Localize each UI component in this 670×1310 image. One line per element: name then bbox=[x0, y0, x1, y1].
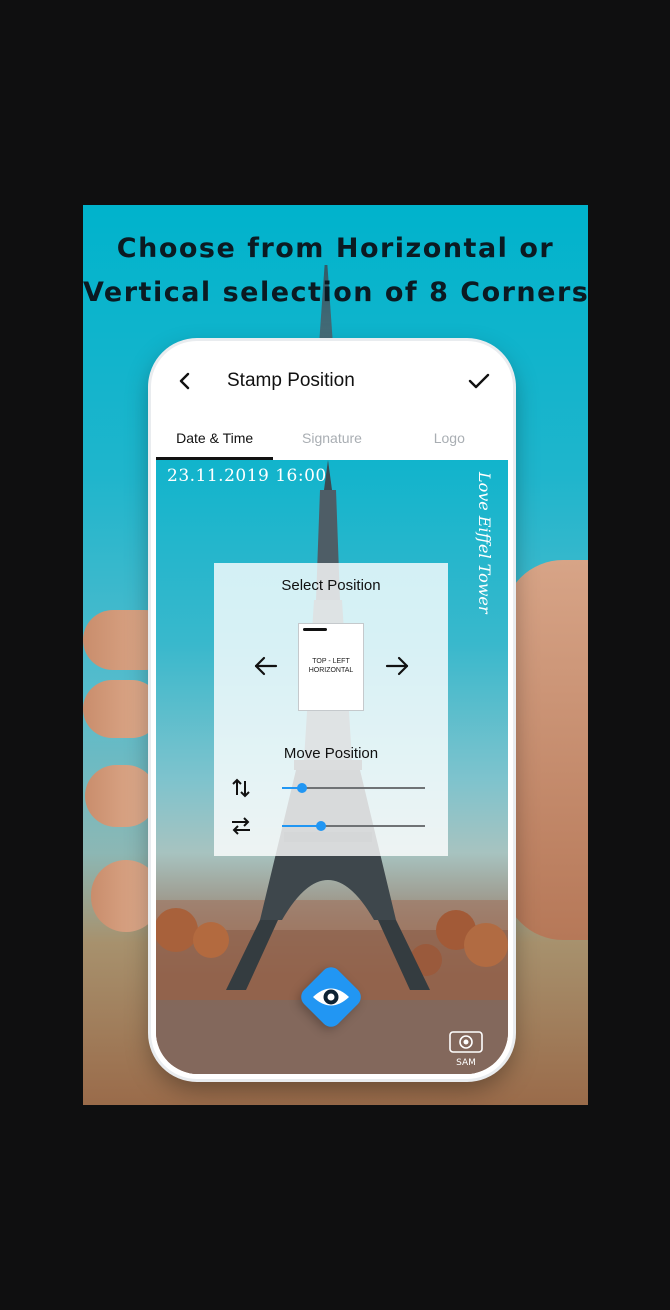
phone-mockup: Stamp Position Date & Time Signature Log… bbox=[151, 341, 513, 1079]
vertical-position-slider[interactable] bbox=[282, 778, 425, 798]
eye-icon bbox=[313, 988, 349, 1006]
position-panel: Select Position TOP - LEFT HORIZONTAL Mo… bbox=[214, 563, 448, 856]
preview-label: TOP - LEFT HORIZONTAL bbox=[299, 657, 363, 675]
phone-screen: Stamp Position Date & Time Signature Log… bbox=[156, 346, 508, 1074]
position-preview-card: TOP - LEFT HORIZONTAL bbox=[298, 623, 364, 711]
tab-date-time[interactable]: Date & Time bbox=[156, 418, 274, 460]
preview-label-line-2: HORIZONTAL bbox=[308, 667, 354, 674]
vertical-swap-icon bbox=[229, 776, 253, 800]
preview-label-line-1: TOP - LEFT bbox=[312, 658, 350, 665]
preview-eye-button[interactable] bbox=[297, 963, 365, 1031]
app-bar: Stamp Position bbox=[156, 346, 508, 418]
move-position-title: Move Position bbox=[283, 745, 379, 762]
signature-stamp: Love Eiffel Tower bbox=[475, 472, 494, 614]
horizontal-swap-icon bbox=[229, 814, 253, 838]
check-icon[interactable] bbox=[464, 366, 494, 396]
stage: Choose from Horizontal or Vertical selec… bbox=[0, 0, 670, 1310]
sam-logo-text: SAM bbox=[456, 1058, 476, 1068]
promo-headline: Choose from Horizontal or Vertical selec… bbox=[83, 227, 588, 315]
horizontal-position-slider[interactable] bbox=[282, 816, 425, 836]
back-arrow-icon[interactable] bbox=[170, 366, 200, 396]
tab-bar: Date & Time Signature Logo bbox=[156, 418, 508, 460]
photo-preview: 23.11.2019 16:00 Love Eiffel Tower Selec… bbox=[156, 460, 508, 1074]
date-time-stamp: 23.11.2019 16:00 bbox=[167, 466, 327, 486]
page-title: Stamp Position bbox=[227, 370, 355, 391]
previous-position-arrow-icon[interactable] bbox=[251, 651, 281, 681]
select-position-title: Select Position bbox=[281, 577, 381, 594]
horizontal-slider-thumb[interactable] bbox=[315, 821, 326, 831]
tab-signature[interactable]: Signature bbox=[273, 418, 390, 460]
headline-line-2: Vertical selection of 8 Corners bbox=[83, 277, 588, 308]
tab-logo[interactable]: Logo bbox=[391, 418, 508, 460]
headline-line-1: Choose from Horizontal or bbox=[116, 233, 555, 264]
promo-banner: Choose from Horizontal or Vertical selec… bbox=[83, 205, 588, 1105]
next-position-arrow-icon[interactable] bbox=[382, 651, 412, 681]
preview-stamp-bar bbox=[303, 628, 327, 631]
vertical-slider-thumb[interactable] bbox=[297, 783, 308, 793]
sam-logo: SAM bbox=[446, 1028, 486, 1068]
